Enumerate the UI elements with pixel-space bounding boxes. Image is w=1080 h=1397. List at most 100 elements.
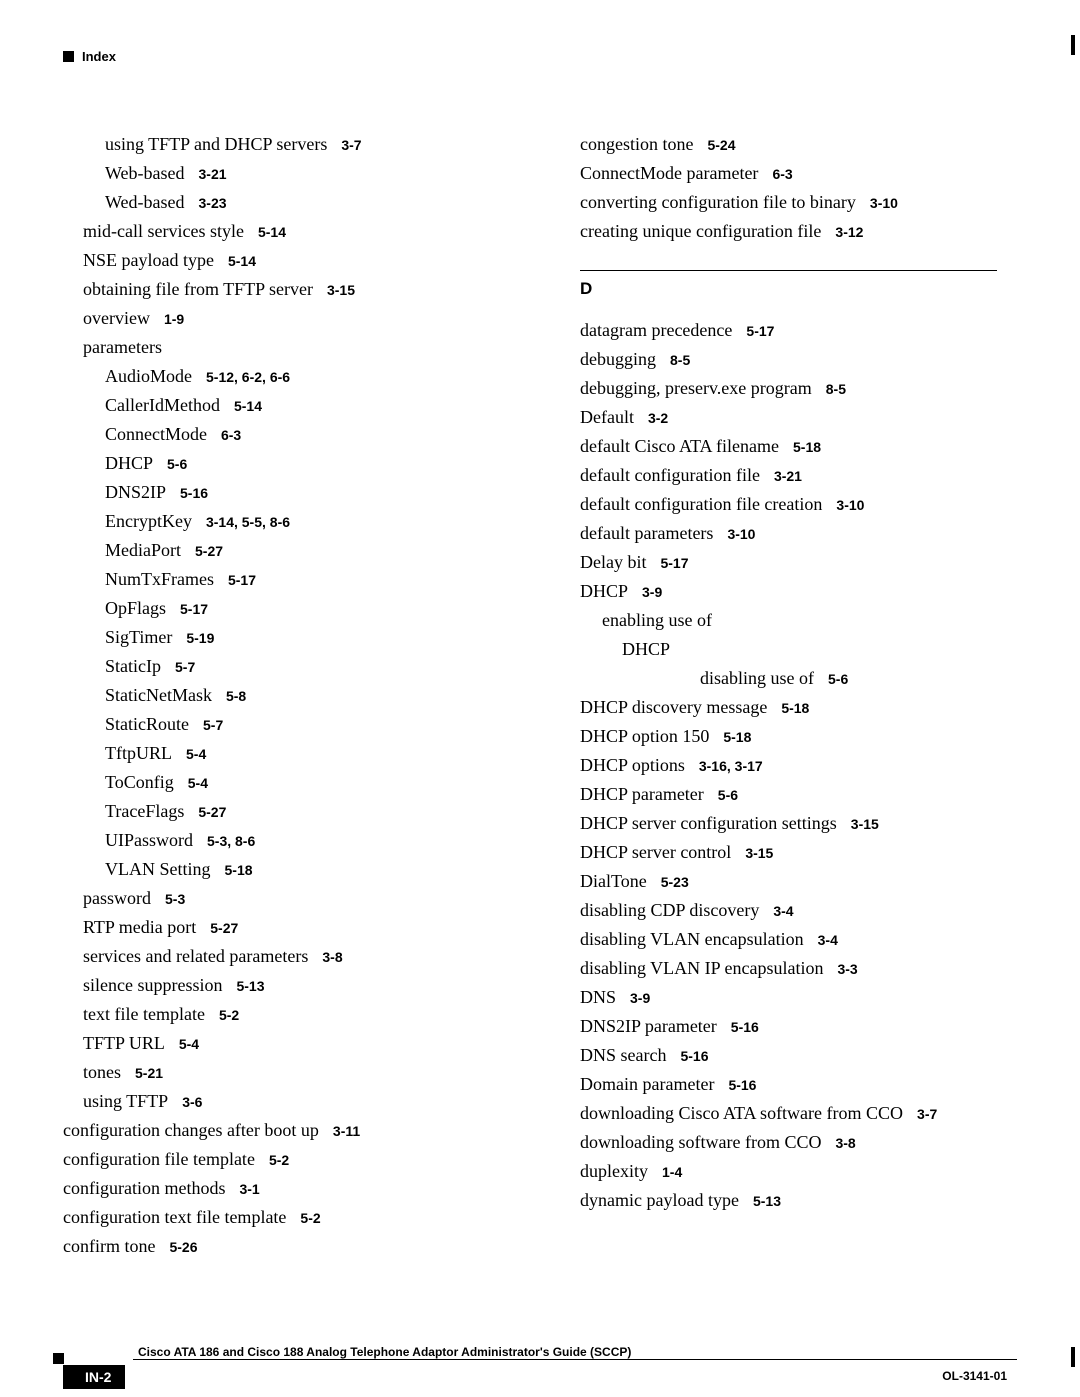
index-page-ref: 5-17 xyxy=(746,323,774,339)
index-entry: Default3-2 xyxy=(580,408,1017,426)
index-term: disabling VLAN IP encapsulation xyxy=(580,958,823,978)
index-term: Wed-based xyxy=(105,192,185,212)
index-page-ref: 3-8 xyxy=(835,1135,855,1151)
index-page-ref: 5-17 xyxy=(228,572,256,588)
crop-mark xyxy=(1071,35,1075,55)
index-page-ref: 3-6 xyxy=(182,1094,202,1110)
index-term: DHCP option 150 xyxy=(580,726,709,746)
index-page-ref: 5-2 xyxy=(300,1210,320,1226)
index-page-ref: 5-14 xyxy=(228,253,256,269)
index-entry: DialTone5-23 xyxy=(580,872,1017,890)
index-page-ref: 5-18 xyxy=(225,862,253,878)
section-divider xyxy=(580,270,997,271)
index-page-ref: 3-9 xyxy=(630,990,650,1006)
footer-square-icon xyxy=(53,1353,64,1364)
index-entry: Wed-based3-23 xyxy=(105,193,520,211)
index-term: downloading software from CCO xyxy=(580,1132,821,1152)
index-page-ref: 5-17 xyxy=(660,555,688,571)
index-term: DNS2IP parameter xyxy=(580,1016,717,1036)
left-column: using TFTP and DHCP servers3-7Web-based3… xyxy=(63,135,520,1297)
index-page-ref: 5-26 xyxy=(169,1239,197,1255)
index-page-ref: 3-7 xyxy=(917,1106,937,1122)
index-entry: DNS2IP5-16 xyxy=(105,483,520,501)
index-term: DNS xyxy=(580,987,616,1007)
index-page-ref: 5-16 xyxy=(731,1019,759,1035)
index-term: default parameters xyxy=(580,523,713,543)
index-entry: default parameters 3-10 xyxy=(580,524,1017,542)
index-entry: overview 1-9 xyxy=(83,309,520,327)
page-number-tab: IN-2 xyxy=(63,1365,125,1389)
index-page-ref: 1-9 xyxy=(164,311,184,327)
index-entry: DHCP option 150 5-18 xyxy=(580,727,1017,745)
footer-title: Cisco ATA 186 and Cisco 188 Analog Telep… xyxy=(138,1345,631,1359)
index-term: DHCP server control xyxy=(580,842,731,862)
index-entry: DHCP parameter5-6 xyxy=(580,785,1017,803)
index-entry: TraceFlags5-27 xyxy=(105,802,520,820)
index-entry: TFTP URL5-4 xyxy=(83,1034,520,1052)
index-page-ref: 3-9 xyxy=(642,584,662,600)
index-page-ref: 5-2 xyxy=(219,1007,239,1023)
index-term: DNS search xyxy=(580,1045,666,1065)
header-square-icon xyxy=(63,51,74,62)
index-page-ref: 5-13 xyxy=(753,1193,781,1209)
index-entry: StaticNetMask5-8 xyxy=(105,686,520,704)
index-term: StaticIp xyxy=(105,656,161,676)
index-page-ref: 5-21 xyxy=(135,1065,163,1081)
index-term: CallerIdMethod xyxy=(105,395,220,415)
index-term: creating unique configuration file xyxy=(580,221,821,241)
index-entry: Domain parameter5-16 xyxy=(580,1075,1017,1093)
index-entry: confirm tone5-26 xyxy=(63,1237,520,1255)
index-page-ref: 1-4 xyxy=(662,1164,682,1180)
index-entry: DHCP3-9 xyxy=(580,582,1017,600)
index-page-ref: 5-2 xyxy=(269,1152,289,1168)
index-page-ref: 5-23 xyxy=(661,874,689,890)
index-entry: disabling CDP discovery3-4 xyxy=(580,901,1017,919)
index-entry: DHCP xyxy=(622,640,1017,658)
index-term: DHCP xyxy=(622,639,670,659)
index-term: debugging, preserv.exe program xyxy=(580,378,812,398)
index-entry: parameters xyxy=(83,338,520,356)
index-term: downloading Cisco ATA software from CCO xyxy=(580,1103,903,1123)
index-entry: converting configuration file to binary3… xyxy=(580,193,1017,211)
index-term: obtaining file from TFTP server xyxy=(83,279,313,299)
index-page-ref: 6-3 xyxy=(221,427,241,443)
index-entry: DHCP discovery message5-18 xyxy=(580,698,1017,716)
index-entry: obtaining file from TFTP server3-15 xyxy=(83,280,520,298)
index-term: configuration methods xyxy=(63,1178,225,1198)
index-page-ref: 3-10 xyxy=(727,526,755,542)
index-page-ref: 5-6 xyxy=(167,456,187,472)
index-term: using TFTP xyxy=(83,1091,168,1111)
index-term: StaticRoute xyxy=(105,714,189,734)
index-term: RTP media port xyxy=(83,917,196,937)
index-entry: silence suppression5-13 xyxy=(83,976,520,994)
index-term: OpFlags xyxy=(105,598,166,618)
index-term: overview xyxy=(83,308,150,328)
index-entry: DNS search5-16 xyxy=(580,1046,1017,1064)
index-term: debugging xyxy=(580,349,656,369)
index-term: UIPassword xyxy=(105,830,193,850)
index-entry: StaticIp5-7 xyxy=(105,657,520,675)
index-entry: DNS2IP parameter 5-16 xyxy=(580,1017,1017,1035)
index-term: NumTxFrames xyxy=(105,569,214,589)
index-page-ref: 3-10 xyxy=(836,497,864,513)
index-term: DHCP parameter xyxy=(580,784,704,804)
index-page-ref: 3-12 xyxy=(835,224,863,240)
index-page-ref: 5-3 xyxy=(165,891,185,907)
index-entry: default configuration file3-21 xyxy=(580,466,1017,484)
index-entry: disabling VLAN encapsulation3-4 xyxy=(580,930,1017,948)
index-term: DHCP xyxy=(105,453,153,473)
index-term: silence suppression xyxy=(83,975,222,995)
index-entry: creating unique configuration file 3-12 xyxy=(580,222,1017,240)
index-entry: ConnectMode parameter6-3 xyxy=(580,164,1017,182)
index-term: TftpURL xyxy=(105,743,172,763)
index-term: ToConfig xyxy=(105,772,174,792)
index-page-ref: 3-1 xyxy=(239,1181,259,1197)
index-page-ref: 5-18 xyxy=(723,729,751,745)
index-term: disabling VLAN encapsulation xyxy=(580,929,804,949)
index-entry: DHCP 5-6 xyxy=(105,454,520,472)
index-term: TraceFlags xyxy=(105,801,184,821)
running-header: Index xyxy=(63,49,116,64)
index-page-ref: 8-5 xyxy=(826,381,846,397)
index-page-ref: 3-10 xyxy=(870,195,898,211)
index-term: Default xyxy=(580,407,634,427)
